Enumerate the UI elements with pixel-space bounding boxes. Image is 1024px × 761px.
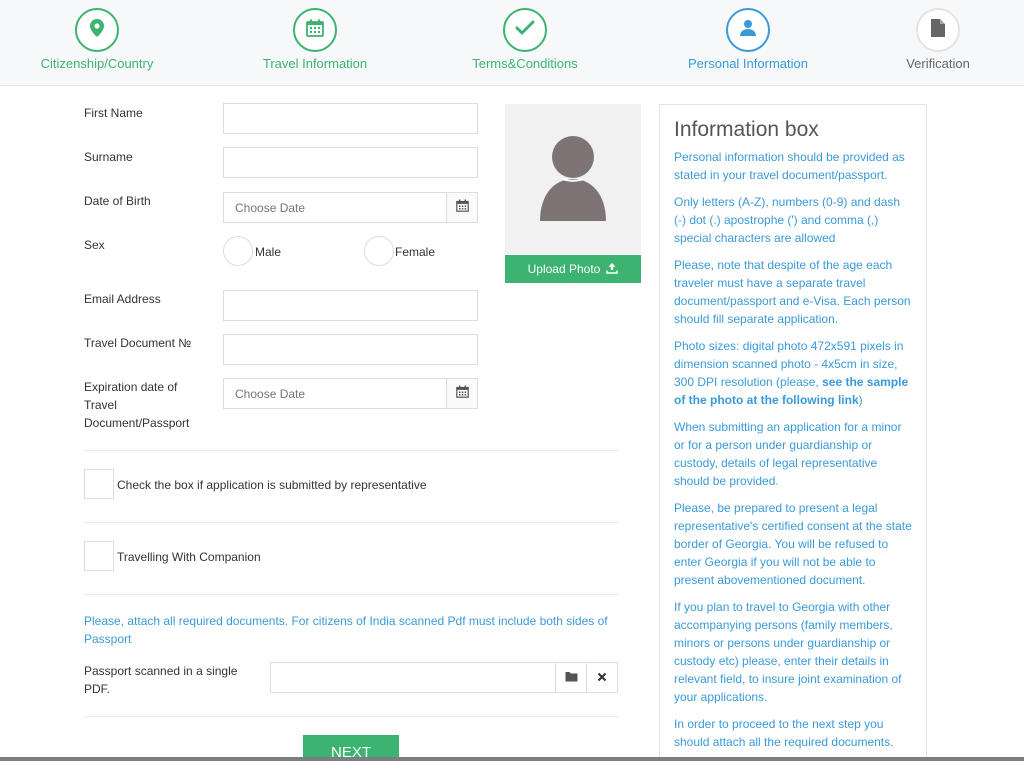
upload-photo-button[interactable]: Upload Photo — [505, 255, 641, 283]
info-paragraph: When submitting an application for a min… — [674, 420, 902, 488]
user-icon — [739, 19, 757, 42]
male-radio-label: Male — [255, 245, 282, 259]
upload-photo-label: Upload Photo — [527, 262, 601, 276]
surname-input[interactable] — [223, 147, 478, 178]
info-paragraph: Please, be prepared to present a legal r… — [674, 501, 912, 587]
map-pin-icon — [89, 18, 105, 43]
step-terms-conditions[interactable]: Terms&Conditions — [440, 8, 610, 71]
step-circle — [503, 8, 547, 52]
passport-pdf-label: Passport scanned in a single PDF. — [84, 664, 238, 696]
clear-file-button[interactable] — [586, 663, 617, 692]
info-paragraph: Personal information should be provided … — [674, 150, 905, 182]
passport-pdf-field — [270, 662, 618, 693]
travel-document-label: Travel Document № — [84, 336, 192, 350]
expiration-date-label: Expiration date of Travel Document/Passp… — [84, 380, 190, 430]
photo-placeholder — [505, 104, 641, 254]
companion-checkbox[interactable] — [84, 541, 114, 571]
first-name-label: First Name — [84, 106, 143, 120]
step-circle — [75, 8, 119, 52]
checkmark-icon — [515, 20, 535, 41]
step-verification[interactable]: Verification — [853, 8, 1023, 71]
information-box-title: Information box — [674, 118, 819, 141]
expiration-date-input[interactable] — [224, 379, 446, 408]
step-travel-information[interactable]: Travel Information — [230, 8, 400, 71]
info-paragraph: Only letters (A-Z), numbers (0-9) and da… — [674, 195, 901, 245]
surname-label: Surname — [84, 150, 133, 164]
document-icon — [930, 18, 946, 43]
first-name-input[interactable] — [223, 103, 478, 134]
step-circle — [293, 8, 337, 52]
attach-documents-notice: Please, attach all required documents. F… — [84, 614, 608, 646]
representative-checkbox[interactable] — [84, 469, 114, 499]
sex-label: Sex — [84, 238, 105, 252]
browse-file-button[interactable] — [555, 663, 586, 692]
calendar-icon — [455, 199, 469, 217]
step-circle — [916, 8, 960, 52]
expiration-date-field — [223, 378, 478, 409]
photo-sizes-end: ) — [858, 393, 863, 407]
close-icon — [597, 669, 607, 687]
section-divider — [84, 594, 619, 595]
info-paragraph: Please, note that despite of the age eac… — [674, 258, 911, 326]
male-radio[interactable] — [223, 236, 253, 266]
travel-document-input[interactable] — [223, 334, 478, 365]
section-divider — [84, 450, 619, 451]
email-label: Email Address — [84, 292, 161, 306]
dob-calendar-button[interactable] — [446, 193, 477, 222]
info-paragraph: In order to proceed to the next step you… — [674, 717, 894, 749]
step-label: Citizenship/Country — [40, 56, 154, 71]
step-circle — [726, 8, 770, 52]
step-citizenship[interactable]: Citizenship/Country — [12, 8, 182, 71]
female-radio-label: Female — [395, 245, 436, 259]
companion-checkbox-label: Travelling With Companion — [117, 550, 261, 564]
section-divider — [84, 522, 619, 523]
calendar-icon — [455, 385, 469, 403]
step-label: Travel Information — [262, 56, 368, 71]
info-paragraph-photo-sizes: Photo sizes: digital photo 472x591 pixel… — [674, 337, 912, 409]
information-box: Information box Personal information sho… — [659, 104, 927, 761]
upload-icon — [606, 262, 619, 277]
window-bottom-bar — [0, 757, 1024, 761]
section-divider — [84, 716, 619, 717]
folder-icon — [565, 669, 578, 687]
step-label: Terms&Conditions — [472, 56, 578, 71]
progress-stepper: Citizenship/Country Travel Information T… — [0, 0, 1024, 86]
info-paragraph: If you plan to travel to Georgia with ot… — [674, 600, 902, 704]
representative-checkbox-label: Check the box if application is submitte… — [117, 478, 427, 492]
dob-input[interactable] — [224, 193, 446, 222]
email-input[interactable] — [223, 290, 478, 321]
female-radio[interactable] — [364, 236, 394, 266]
expiration-calendar-button[interactable] — [446, 379, 477, 408]
step-label: Personal Information — [688, 56, 808, 71]
dob-field — [223, 192, 478, 223]
step-label: Verification — [906, 56, 970, 71]
calendar-icon — [305, 18, 325, 43]
step-personal-information[interactable]: Personal Information — [663, 8, 833, 71]
passport-pdf-input[interactable] — [271, 663, 555, 692]
dob-label: Date of Birth — [84, 194, 151, 208]
